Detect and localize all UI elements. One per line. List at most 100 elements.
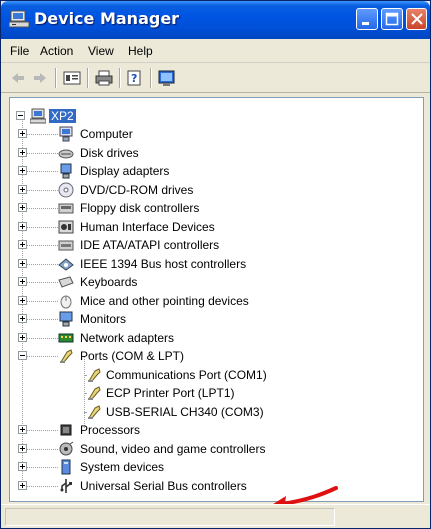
- expand-toggle[interactable]: [18, 480, 27, 490]
- computer-icon: [59, 126, 73, 142]
- expand-toggle[interactable]: [18, 166, 27, 175]
- sound-icon: [59, 441, 74, 455]
- forward-icon[interactable]: [31, 69, 49, 87]
- port-icon: [88, 386, 101, 400]
- tree-connector: [24, 467, 58, 468]
- toolbar-separator: [119, 68, 121, 88]
- print-icon[interactable]: [95, 69, 113, 87]
- svg-text:?: ?: [131, 72, 137, 85]
- processor-icon: [60, 424, 72, 436]
- menu-file[interactable]: File: [10, 44, 29, 58]
- tree-item-label[interactable]: Universal Serial Bus controllers: [80, 479, 247, 493]
- menu-help[interactable]: Help: [128, 44, 153, 58]
- tree-connector: [24, 448, 58, 450]
- status-cell: [5, 508, 335, 526]
- tree-item-label[interactable]: Keyboards: [80, 275, 137, 289]
- toolbar: ?: [1, 63, 430, 93]
- tree-connector: [24, 134, 58, 135]
- collapse-toggle[interactable]: [18, 351, 27, 360]
- tree-connector: [24, 189, 58, 191]
- tree-item-label[interactable]: IEEE 1394 Bus host controllers: [80, 257, 246, 271]
- tree-connector: [24, 282, 58, 283]
- menu-action[interactable]: Action: [40, 44, 73, 58]
- keyboard-icon: [58, 276, 74, 288]
- close-button[interactable]: [406, 8, 427, 30]
- expand-toggle[interactable]: [18, 258, 27, 268]
- dvd-drive-icon: [58, 182, 74, 197]
- maximize-button[interactable]: [381, 8, 403, 30]
- tree-connector: [24, 485, 58, 487]
- expand-toggle[interactable]: [18, 147, 27, 157]
- collapse-toggle[interactable]: [16, 111, 25, 120]
- back-icon[interactable]: [9, 69, 27, 87]
- tree-item-label[interactable]: Communications Port (COM1): [106, 368, 267, 382]
- floppy-controller-icon: [58, 203, 74, 214]
- expand-toggle[interactable]: [18, 129, 27, 138]
- tree-connector: [24, 319, 58, 320]
- tree-item-label[interactable]: Sound, video and game controllers: [80, 442, 265, 456]
- close-icon: [411, 13, 423, 25]
- port-icon: [88, 367, 101, 382]
- port-icon: [60, 349, 73, 363]
- expand-toggle[interactable]: [18, 277, 27, 286]
- tree-item-label[interactable]: ECP Printer Port (LPT1): [106, 386, 234, 400]
- expand-toggle[interactable]: [18, 240, 27, 249]
- disk-drive-icon: [58, 149, 74, 158]
- device-manager-icon: [9, 10, 29, 28]
- tree-item-label[interactable]: Display adapters: [80, 164, 169, 178]
- tree-item-label[interactable]: Network adapters: [80, 331, 174, 345]
- window-title: Device Manager: [34, 9, 180, 28]
- tree-connector: [24, 208, 58, 209]
- tree-connector: [24, 171, 58, 172]
- tree-item-label[interactable]: DVD/CD-ROM drives: [80, 183, 193, 197]
- expand-toggle[interactable]: [18, 184, 27, 194]
- ide-controller-icon: [58, 240, 74, 251]
- tree-item-label[interactable]: Mice and other pointing devices: [80, 294, 249, 308]
- tree-item-label[interactable]: USB-SERIAL CH340 (COM3): [106, 405, 264, 419]
- properties-view-icon[interactable]: [63, 69, 81, 87]
- computer-root-icon: [30, 108, 46, 124]
- tree-connector: [24, 430, 58, 431]
- tree-item-label[interactable]: Disk drives: [80, 146, 139, 160]
- expand-toggle[interactable]: [18, 425, 27, 434]
- system-device-icon: [61, 459, 71, 475]
- expand-toggle[interactable]: [18, 295, 27, 305]
- tree-connector: [24, 152, 58, 154]
- scan-hardware-icon[interactable]: [158, 69, 176, 87]
- tree-item-label[interactable]: Floppy disk controllers: [80, 201, 199, 215]
- expand-toggle[interactable]: [18, 203, 27, 212]
- usb-icon: [60, 478, 72, 493]
- device-tree[interactable]: XP2 Computer Disk drives Display adapters D…: [9, 97, 424, 512]
- title-bar[interactable]: Device Manager: [1, 1, 430, 39]
- help-icon[interactable]: ?: [126, 69, 144, 87]
- mouse-icon: [60, 295, 72, 308]
- tree-root-label[interactable]: XP2: [49, 109, 76, 123]
- expand-toggle[interactable]: [18, 462, 27, 471]
- tree-connector: [24, 263, 58, 265]
- tree-connector: [24, 337, 58, 339]
- network-adapter-icon: [58, 333, 74, 342]
- maximize-icon: [385, 12, 399, 26]
- expand-toggle[interactable]: [18, 221, 27, 231]
- tree-connector: [24, 226, 58, 228]
- display-adapter-icon: [60, 163, 72, 179]
- minimize-button[interactable]: [356, 8, 378, 30]
- tree-item-label[interactable]: Monitors: [80, 312, 126, 326]
- monitor-icon: [59, 311, 73, 327]
- tree-item-label[interactable]: IDE ATA/ATAPI controllers: [80, 238, 219, 252]
- expand-toggle[interactable]: [18, 314, 27, 323]
- tree-connector: [24, 300, 58, 302]
- tree-item-label[interactable]: System devices: [80, 460, 164, 474]
- device-manager-window: Device Manager File Action View Help ? X…: [0, 0, 431, 529]
- tree-item-label[interactable]: Human Interface Devices: [80, 220, 215, 234]
- expand-toggle[interactable]: [18, 443, 27, 453]
- status-bar: [1, 504, 430, 528]
- tree-item-label[interactable]: Ports (COM & LPT): [80, 349, 184, 363]
- minimize-icon: [362, 22, 369, 25]
- tree-item-label[interactable]: Computer: [80, 127, 133, 141]
- expand-toggle[interactable]: [18, 332, 27, 342]
- tree-item-label[interactable]: Processors: [80, 423, 140, 437]
- menu-view[interactable]: View: [88, 44, 114, 58]
- hid-icon: [58, 220, 74, 233]
- port-icon: [88, 404, 101, 419]
